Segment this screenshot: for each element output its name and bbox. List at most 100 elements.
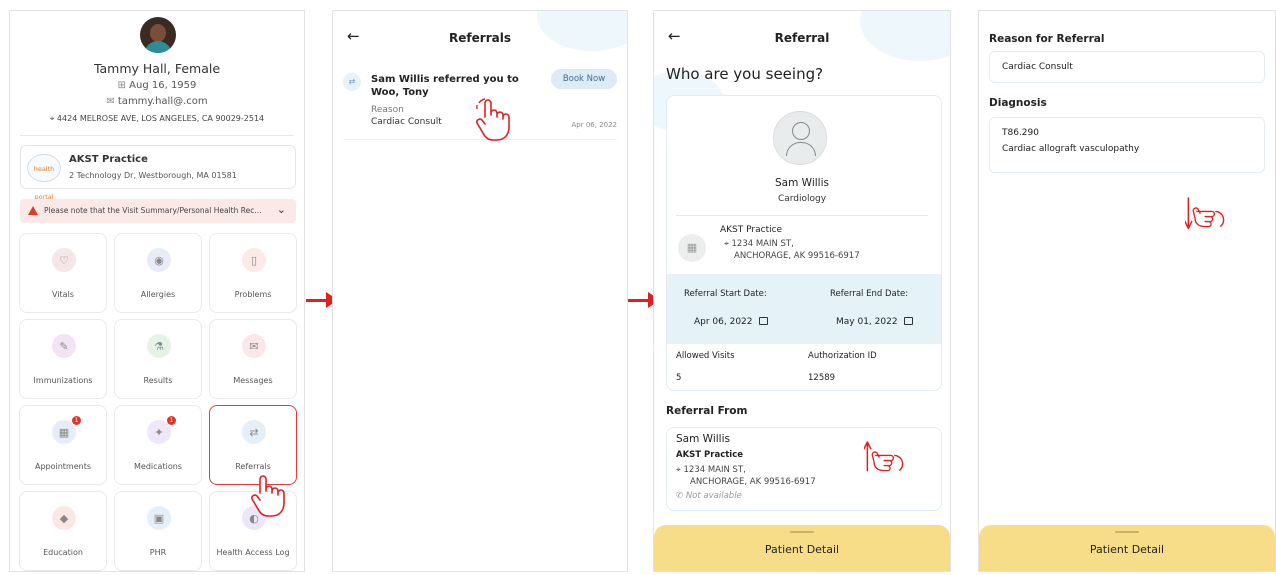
referrer-name: Sam Willis bbox=[676, 433, 730, 445]
referrals-list-screen: ← Referrals ⇄ Sam Willis referred you to… bbox=[332, 10, 628, 572]
referral-title[interactable]: Sam Willis referred you to Woo, Tony bbox=[371, 73, 521, 99]
allergy-icon: ◉ bbox=[147, 248, 171, 272]
tile-vitals[interactable]: ♡ Vitals bbox=[19, 233, 107, 313]
chevron-down-icon[interactable]: ⌄ bbox=[277, 203, 286, 216]
swipe-up-hand-icon bbox=[864, 441, 904, 472]
mail-icon: ✉ bbox=[106, 96, 118, 107]
referrer-address-line2: ANCHORAGE, AK 99516-6917 bbox=[690, 477, 816, 487]
email: tammy.hall@.com bbox=[117, 96, 208, 107]
tile-label: Education bbox=[43, 548, 83, 557]
allowed-visits-value: 5 bbox=[676, 373, 682, 383]
notification-badge: 1 bbox=[167, 416, 176, 425]
start-date-label: Referral Start Date: bbox=[684, 289, 767, 299]
tile-label: Allergies bbox=[140, 290, 176, 299]
doctor-name: Sam Willis bbox=[775, 177, 829, 189]
end-date-label: Referral End Date: bbox=[830, 289, 909, 299]
referral-date: Apr 06, 2022 bbox=[571, 121, 617, 129]
tutorial-stage: Tammy Hall, Female ⊞ Aug 16, 1959 ✉ tamm… bbox=[0, 0, 1276, 575]
diagnosis-box: T86.290 Cardiac allograft vasculopathy bbox=[989, 117, 1265, 173]
page-title: Referral bbox=[774, 31, 830, 45]
practice-name: AKST Practice bbox=[69, 154, 148, 165]
drag-handle[interactable] bbox=[790, 531, 814, 533]
divider bbox=[20, 135, 294, 136]
referrer-practice: AKST Practice bbox=[676, 450, 744, 460]
practice-card[interactable]: health portal AKST Practice 2 Technology… bbox=[20, 145, 296, 201]
heartbeat-icon: ♡ bbox=[52, 248, 76, 272]
tile-education[interactable]: ◆ Education bbox=[19, 491, 107, 571]
practice-address-line2: ANCHORAGE, AK 99516-6917 bbox=[734, 251, 860, 261]
authorization-id-label: Authorization ID bbox=[808, 351, 877, 361]
referral-icon: ⇄ bbox=[343, 73, 361, 91]
location-pin-icon: ⌖ bbox=[676, 465, 684, 475]
tile-messages[interactable]: ✉ Messages bbox=[209, 319, 297, 399]
patient-detail-sheet[interactable]: Patient Detail bbox=[979, 525, 1275, 571]
mail-icon: ✉ bbox=[242, 334, 266, 358]
practice-address: 2 Technology Dr, Westborough, MA 01581 bbox=[69, 171, 237, 180]
tile-label: Health Access Log bbox=[216, 548, 290, 557]
calendar-icon bbox=[758, 317, 768, 325]
allowed-visits-label: Allowed Visits bbox=[676, 351, 735, 361]
reason-label: Reason bbox=[371, 105, 404, 115]
patient-detail-sheet[interactable]: Patient Detail bbox=[654, 525, 950, 571]
patient-detail-label: Patient Detail bbox=[764, 543, 840, 556]
dates-band bbox=[667, 274, 941, 344]
practice-logo: health portal bbox=[27, 154, 61, 201]
reason-value: Cardiac Consult bbox=[1002, 62, 1073, 72]
warning-icon bbox=[28, 206, 38, 215]
tile-immunizations[interactable]: ✎ Immunizations bbox=[19, 319, 107, 399]
tile-label: Vitals bbox=[52, 290, 74, 299]
tile-problems[interactable]: ▯ Problems bbox=[209, 233, 297, 313]
reason-box: Cardiac Consult bbox=[989, 51, 1265, 83]
calendar-icon bbox=[903, 317, 913, 325]
tile-phr[interactable]: ▣ PHR bbox=[114, 491, 202, 571]
referral-detail-scrolled-screen: Reason for Referral Cardiac Consult Diag… bbox=[978, 10, 1276, 572]
notification-badge: 1 bbox=[72, 416, 81, 425]
tile-allergies[interactable]: ◉ Allergies bbox=[114, 233, 202, 313]
flask-icon: ⚗ bbox=[147, 334, 171, 358]
notice-banner[interactable]: Please note that the Visit Summary/Perso… bbox=[20, 199, 296, 223]
drag-handle[interactable] bbox=[1115, 531, 1139, 533]
tile-label: Medications bbox=[134, 462, 182, 471]
page-title: Referrals bbox=[449, 31, 511, 45]
section-question: Who are you seeing? bbox=[666, 65, 824, 83]
book-now-button[interactable]: Book Now bbox=[551, 69, 617, 89]
start-date-value: Apr 06, 2022 bbox=[694, 317, 753, 327]
referral-from-heading: Referral From bbox=[666, 405, 748, 417]
tap-hand-icon bbox=[476, 98, 510, 141]
tile-label: Referrals bbox=[235, 462, 271, 471]
tile-medications[interactable]: ✦ 1 Medications bbox=[114, 405, 202, 485]
tile-appointments[interactable]: ▦ 1 Appointments bbox=[19, 405, 107, 485]
tile-label: Results bbox=[143, 376, 173, 385]
document-icon: ▣ bbox=[147, 506, 171, 530]
patient-name: Tammy Hall, Female bbox=[93, 61, 221, 76]
referrer-phone: Not available bbox=[685, 491, 742, 501]
divider bbox=[676, 215, 928, 216]
dashboard-screen: Tammy Hall, Female ⊞ Aug 16, 1959 ✉ tamm… bbox=[9, 10, 305, 572]
end-date-value: May 01, 2022 bbox=[836, 317, 898, 327]
tap-hand-icon bbox=[251, 475, 285, 517]
tile-results[interactable]: ⚗ Results bbox=[114, 319, 202, 399]
tile-label: PHR bbox=[149, 548, 167, 557]
calendar-icon: ⊞ bbox=[117, 80, 130, 91]
clipboard-icon: ▯ bbox=[242, 248, 266, 272]
diagnosis-description: Cardiac allograft vasculopathy bbox=[1002, 144, 1140, 154]
doctor-avatar bbox=[773, 111, 827, 165]
patient-address: 4424 MELROSE AVE, LOS ANGELES, CA 90029-… bbox=[56, 114, 265, 123]
location-pin-icon: ⌖ bbox=[724, 239, 732, 249]
referral-icon: ⇄ bbox=[242, 420, 266, 444]
avatar bbox=[140, 17, 176, 53]
diagnosis-heading: Diagnosis bbox=[989, 97, 1047, 109]
diagnosis-code: T86.290 bbox=[1002, 128, 1039, 138]
practice-name: AKST Practice bbox=[720, 225, 783, 235]
practice-address-line1: 1234 MAIN ST, bbox=[731, 239, 794, 249]
tile-label: Problems bbox=[234, 290, 272, 299]
referral-detail-screen: ← Referral Who are you seeing? Sam Willi… bbox=[653, 10, 951, 572]
referrer-address-line1: 1234 MAIN ST, bbox=[683, 465, 746, 475]
patient-detail-label: Patient Detail bbox=[1089, 543, 1165, 556]
reason-value: Cardiac Consult bbox=[371, 117, 442, 127]
graduation-cap-icon: ◆ bbox=[52, 506, 76, 530]
tile-label: Immunizations bbox=[33, 376, 93, 385]
notice-text: Please note that the Visit Summary/Perso… bbox=[44, 206, 262, 215]
tile-label: Appointments bbox=[34, 462, 92, 471]
phone-icon: ✆ bbox=[676, 491, 686, 501]
